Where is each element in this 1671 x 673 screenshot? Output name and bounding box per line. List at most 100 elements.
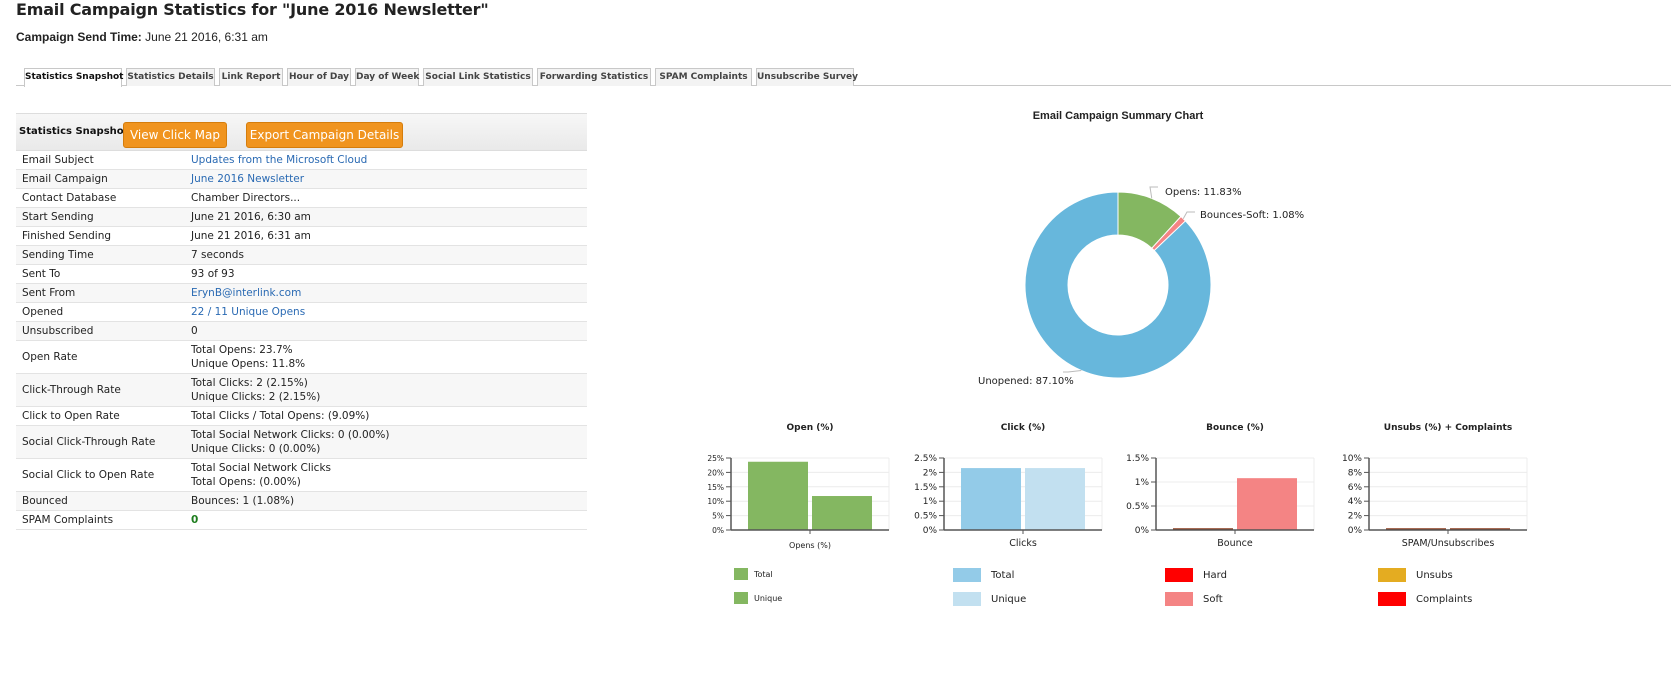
y-tick-label: 1.5% <box>914 483 937 493</box>
row-value[interactable]: 22 / 11 Unique Opens <box>191 305 587 319</box>
row-value[interactable]: Updates from the Microsoft Cloud <box>191 153 587 167</box>
table-row: Finished Sending June 21 2016, 6:31 am <box>16 227 587 246</box>
legend-label: Total <box>754 569 773 579</box>
legend-item-unsubs[interactable]: Unsubs <box>1378 568 1453 582</box>
bar-unique[interactable] <box>812 496 872 530</box>
legend-item-complaints[interactable]: Complaints <box>1378 592 1472 606</box>
tab-link-report[interactable]: Link Report <box>219 68 283 86</box>
row-label: Social Click-Through Rate <box>22 436 156 448</box>
row-value-line[interactable]: Updates from the Microsoft Cloud <box>191 153 587 167</box>
x-axis-label: Bounce <box>1217 538 1253 549</box>
row-value-line: Total Social Network Clicks: 0 (0.00%) <box>191 429 390 441</box>
page-title: Email Campaign Statistics for "June 2016… <box>16 0 489 19</box>
legend-label: Hard <box>1203 569 1227 581</box>
y-tick-label: 0.5% <box>914 512 937 522</box>
x-axis-label: Opens (%) <box>789 541 831 550</box>
legend-item-unique[interactable]: Unique <box>953 592 1026 606</box>
y-tick-label: 5% <box>712 512 724 521</box>
tab-social-link-statistics[interactable]: Social Link Statistics <box>423 68 533 86</box>
legend-item-total[interactable]: Total <box>734 568 773 580</box>
row-value: Total Social Network Clicks Total Opens: … <box>191 461 587 489</box>
bar-unique[interactable] <box>1025 468 1085 530</box>
row-value-line[interactable]: 22 / 11 Unique Opens <box>191 305 587 319</box>
row-value-line[interactable]: June 2016 Newsletter <box>191 172 587 186</box>
donut-label-line <box>1149 186 1158 199</box>
legend-item-soft[interactable]: Soft <box>1165 592 1223 606</box>
y-tick-label: 10% <box>707 497 724 506</box>
tab-forwarding-statistics[interactable]: Forwarding Statistics <box>537 68 651 86</box>
y-tick-label: 0% <box>1348 526 1363 536</box>
row-label: Sending Time <box>22 249 94 261</box>
donut-label: Bounces-Soft: 1.08% <box>1200 210 1304 221</box>
send-time-value: June 21 2016, 6:31 am <box>141 30 268 44</box>
row-value: 7 seconds <box>191 248 587 262</box>
row-value: Chamber Directors... <box>191 191 587 205</box>
row-value-line: Total Clicks / Total Opens: (9.09%) <box>191 410 370 422</box>
bar-total[interactable] <box>748 461 808 530</box>
bar-total[interactable] <box>961 468 1021 530</box>
table-row: Bounced Bounces: 1 (1.08%) <box>16 492 587 511</box>
legend-swatch <box>1165 592 1193 606</box>
legend-swatch <box>1378 592 1406 606</box>
bar-soft[interactable] <box>1237 478 1297 530</box>
table-row: SPAM Complaints 0 <box>16 511 587 530</box>
snapshot-header-label: Statistics Snapshot <box>19 126 129 137</box>
row-label: Sent To <box>22 268 61 280</box>
tab-hour-of-day[interactable]: Hour of Day <box>287 68 351 86</box>
mini-bar-chart: 0% 0.5% 1% 1.5% 2% 2.5% Clicks <box>914 454 1103 549</box>
row-value: June 21 2016, 6:31 am <box>191 229 587 243</box>
legend-swatch <box>953 568 981 582</box>
row-label: Opened <box>22 306 64 318</box>
row-value-line: Total Clicks: 2 (2.15%) <box>191 377 308 389</box>
y-tick-label: 2% <box>1348 512 1363 522</box>
summary-chart-title: Email Campaign Summary Chart <box>1032 110 1204 122</box>
y-tick-label: 8% <box>1348 468 1363 478</box>
table-row: Click to Open Rate Total Clicks / Total O… <box>16 407 587 426</box>
row-value-line: June 21 2016, 6:31 am <box>191 230 311 242</box>
campaign-send-time: Campaign Send Time: June 21 2016, 6:31 a… <box>16 30 268 44</box>
row-value-line[interactable]: ErynB@interlink.com <box>191 286 587 300</box>
mini-chart-title: Open (%) <box>786 423 834 433</box>
tab-statistics-snapshot[interactable]: Statistics Snapshot <box>24 68 123 87</box>
y-tick-label: 20% <box>707 468 724 477</box>
legend-swatch <box>734 568 748 580</box>
row-value-line: Chamber Directors... <box>191 192 301 204</box>
legend-label: Total <box>991 569 1015 581</box>
table-row: Social Click to Open Rate Total Social Ne… <box>16 459 587 492</box>
tab-statistics-details[interactable]: Statistics Details <box>126 68 215 86</box>
table-row: Click-Through Rate Total Clicks: 2 (2.15%… <box>16 374 587 407</box>
legend-item-total[interactable]: Total <box>953 568 1014 582</box>
row-value-line: Total Opens: (0.00%) <box>191 476 301 488</box>
legend-swatch <box>734 592 748 604</box>
row-value[interactable]: June 2016 Newsletter <box>191 172 587 186</box>
row-label: SPAM Complaints <box>22 514 114 526</box>
table-row: Start Sending June 21 2016, 6:30 am <box>16 208 587 227</box>
x-axis-label: SPAM/Unsubscribes <box>1402 538 1495 549</box>
y-tick-label: 4% <box>1348 497 1363 507</box>
legend-item-hard[interactable]: Hard <box>1165 568 1227 582</box>
row-value-line: Total Social Network Clicks <box>191 462 331 474</box>
export-campaign-details-button[interactable]: Export Campaign Details <box>246 122 403 148</box>
mini-bar-chart: 0% 0.5% 1% 1.5% Bounce <box>1126 454 1315 549</box>
row-value-line: Total Opens: 23.7% <box>191 344 293 356</box>
y-tick-label: 1.5% <box>1126 454 1149 464</box>
summary-donut-chart: Opens: 11.83% Bounces-Soft: 1.08% Unopened… <box>978 186 1304 387</box>
tab-spam-complaints[interactable]: SPAM Complaints <box>655 68 752 86</box>
row-value-line: 93 of 93 <box>191 268 235 280</box>
row-label: Sent From <box>22 287 76 299</box>
row-value: 0 <box>191 513 587 527</box>
legend-label: Unsubs <box>1416 569 1453 581</box>
row-value: 93 of 93 <box>191 267 587 281</box>
tab-unsubscribe-survey[interactable]: Unsubscribe Survey <box>756 68 858 86</box>
y-tick-label: 6% <box>1348 483 1363 493</box>
table-row: Sending Time 7 seconds <box>16 246 587 265</box>
donut-label: Opens: 11.83% <box>1165 187 1242 198</box>
legend-item-unique[interactable]: Unique <box>734 592 782 604</box>
row-label: Open Rate <box>22 351 78 363</box>
donut-label: Unopened: 87.10% <box>978 376 1074 387</box>
view-click-map-button[interactable]: View Click Map <box>123 122 227 148</box>
row-value[interactable]: ErynB@interlink.com <box>191 286 587 300</box>
tab-day-of-week[interactable]: Day of Week <box>355 68 419 86</box>
row-value-line: Bounces: 1 (1.08%) <box>191 495 295 507</box>
legend-swatch <box>953 592 981 606</box>
